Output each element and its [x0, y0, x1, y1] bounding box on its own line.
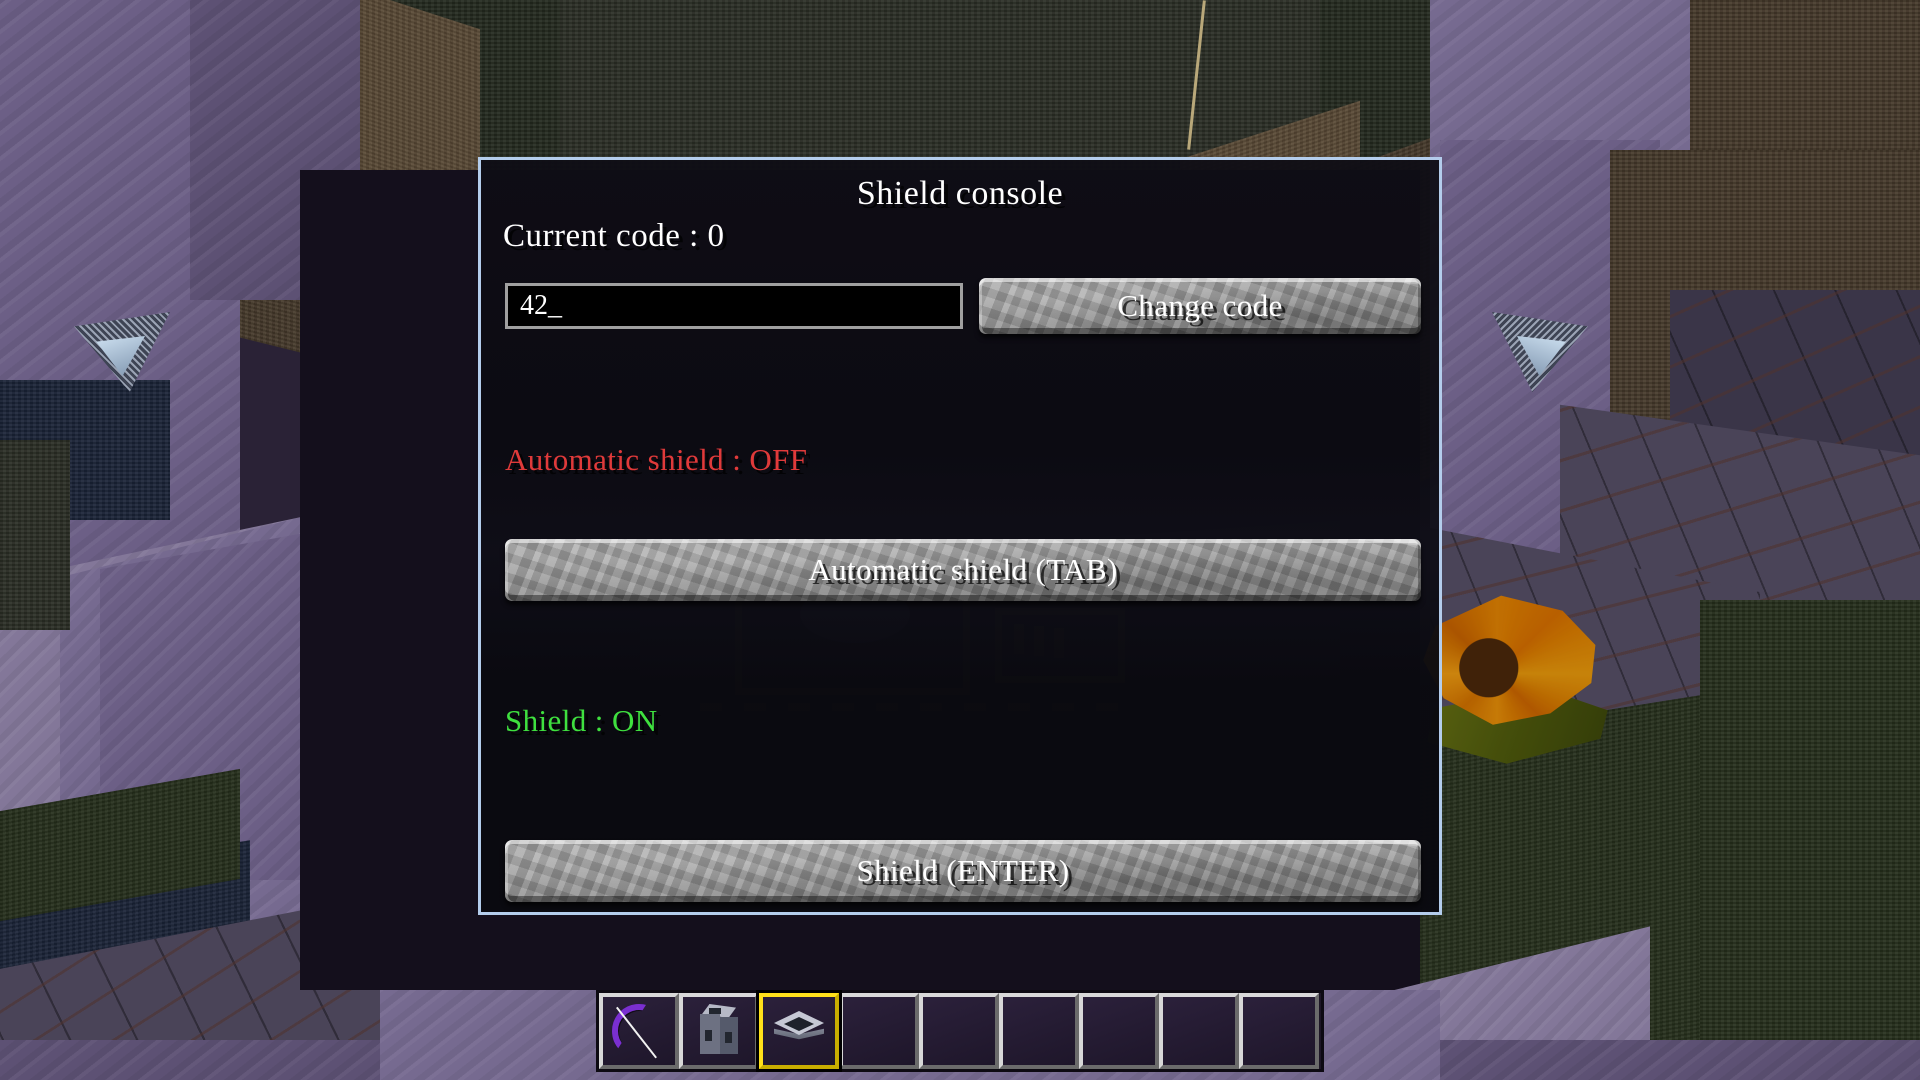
shield-button-label: Shield (ENTER): [856, 853, 1070, 888]
triangle-decoration-right: [1492, 312, 1588, 392]
background-grass-far-right: [1700, 600, 1920, 1080]
grey-cube-item-icon: [696, 1004, 742, 1058]
shield-status: Shield : ON: [505, 703, 658, 738]
code-input[interactable]: 42_: [505, 283, 963, 329]
background-moss-left: [0, 440, 70, 630]
text-caret: _: [548, 290, 562, 321]
hotbar-slot-6[interactable]: [999, 993, 1079, 1069]
hotbar-slot-2[interactable]: [679, 993, 759, 1069]
page-title: Shield console: [856, 175, 1064, 212]
shield-console-panel: Shield console Current code : 0 42_ Chan…: [478, 157, 1442, 915]
code-input-text: 42: [520, 290, 548, 321]
automatic-shield-button-label: Automatic shield (TAB): [808, 552, 1118, 587]
shield-button[interactable]: Shield (ENTER): [505, 840, 1421, 902]
triangle-decoration-left: [74, 312, 170, 392]
change-code-button[interactable]: Change code: [979, 278, 1421, 334]
change-code-button-label: Change code: [1117, 288, 1283, 323]
bow-item-icon: [612, 1004, 666, 1059]
automatic-shield-button[interactable]: Automatic shield (TAB): [505, 539, 1421, 601]
sunflower-plant: [1415, 588, 1620, 778]
code-input-value: 42_: [508, 290, 562, 322]
hotbar[interactable]: [596, 990, 1324, 1072]
hotbar-slot-9[interactable]: [1239, 993, 1319, 1069]
hotbar-slot-7[interactable]: [1079, 993, 1159, 1069]
hotbar-slot-4[interactable]: [839, 993, 919, 1069]
hotbar-slot-3[interactable]: [759, 993, 839, 1069]
hotbar-slot-5[interactable]: [919, 993, 999, 1069]
plate-slab-item-icon: [770, 1009, 828, 1053]
automatic-shield-status: Automatic shield : OFF: [505, 442, 808, 477]
current-code-label: Current code : 0: [503, 218, 725, 254]
hotbar-slot-8[interactable]: [1159, 993, 1239, 1069]
hotbar-slot-1[interactable]: [599, 993, 679, 1069]
